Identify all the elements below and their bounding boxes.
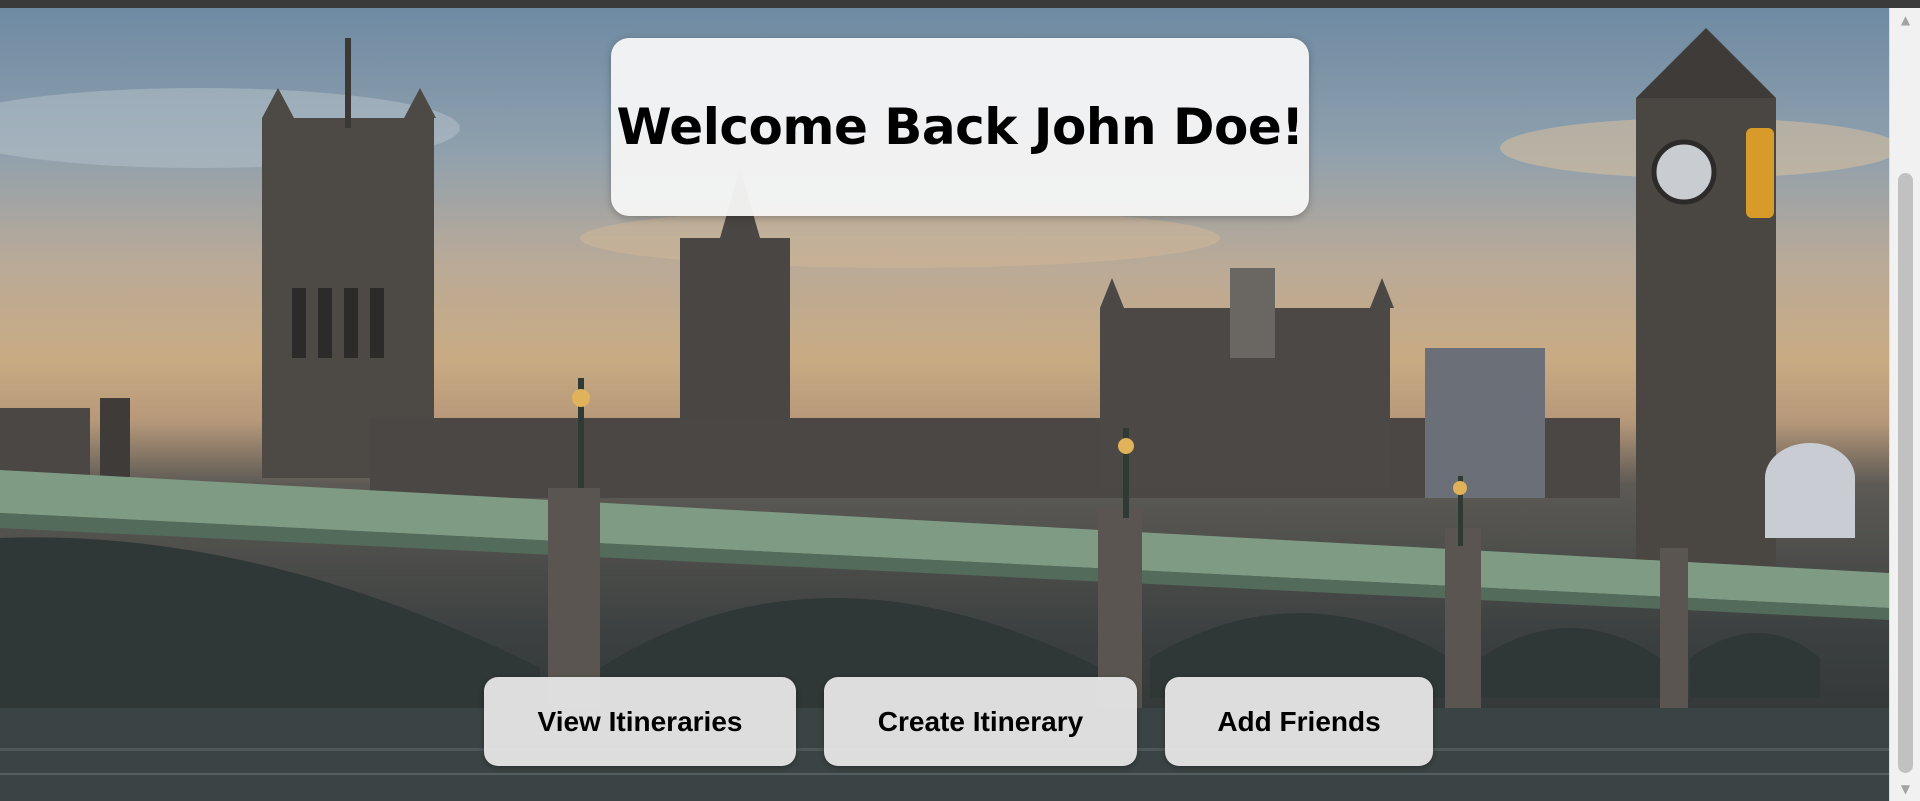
browser-top-edge [0,0,1920,8]
view-itineraries-button[interactable]: View Itineraries [484,677,796,766]
welcome-card: Welcome Back John Doe! [611,38,1309,216]
scroll-down-arrow-icon[interactable]: ▼ [1890,777,1920,801]
action-buttons: View Itineraries Create Itinerary Add Fr… [484,677,1433,766]
add-friends-button[interactable]: Add Friends [1165,677,1433,766]
create-itinerary-button[interactable]: Create Itinerary [824,677,1137,766]
welcome-title: Welcome Back John Doe! [616,98,1304,156]
scrollbar-thumb[interactable] [1898,173,1913,773]
vertical-scrollbar[interactable]: ▲ ▼ [1889,8,1920,801]
scroll-up-arrow-icon[interactable]: ▲ [1890,8,1920,32]
